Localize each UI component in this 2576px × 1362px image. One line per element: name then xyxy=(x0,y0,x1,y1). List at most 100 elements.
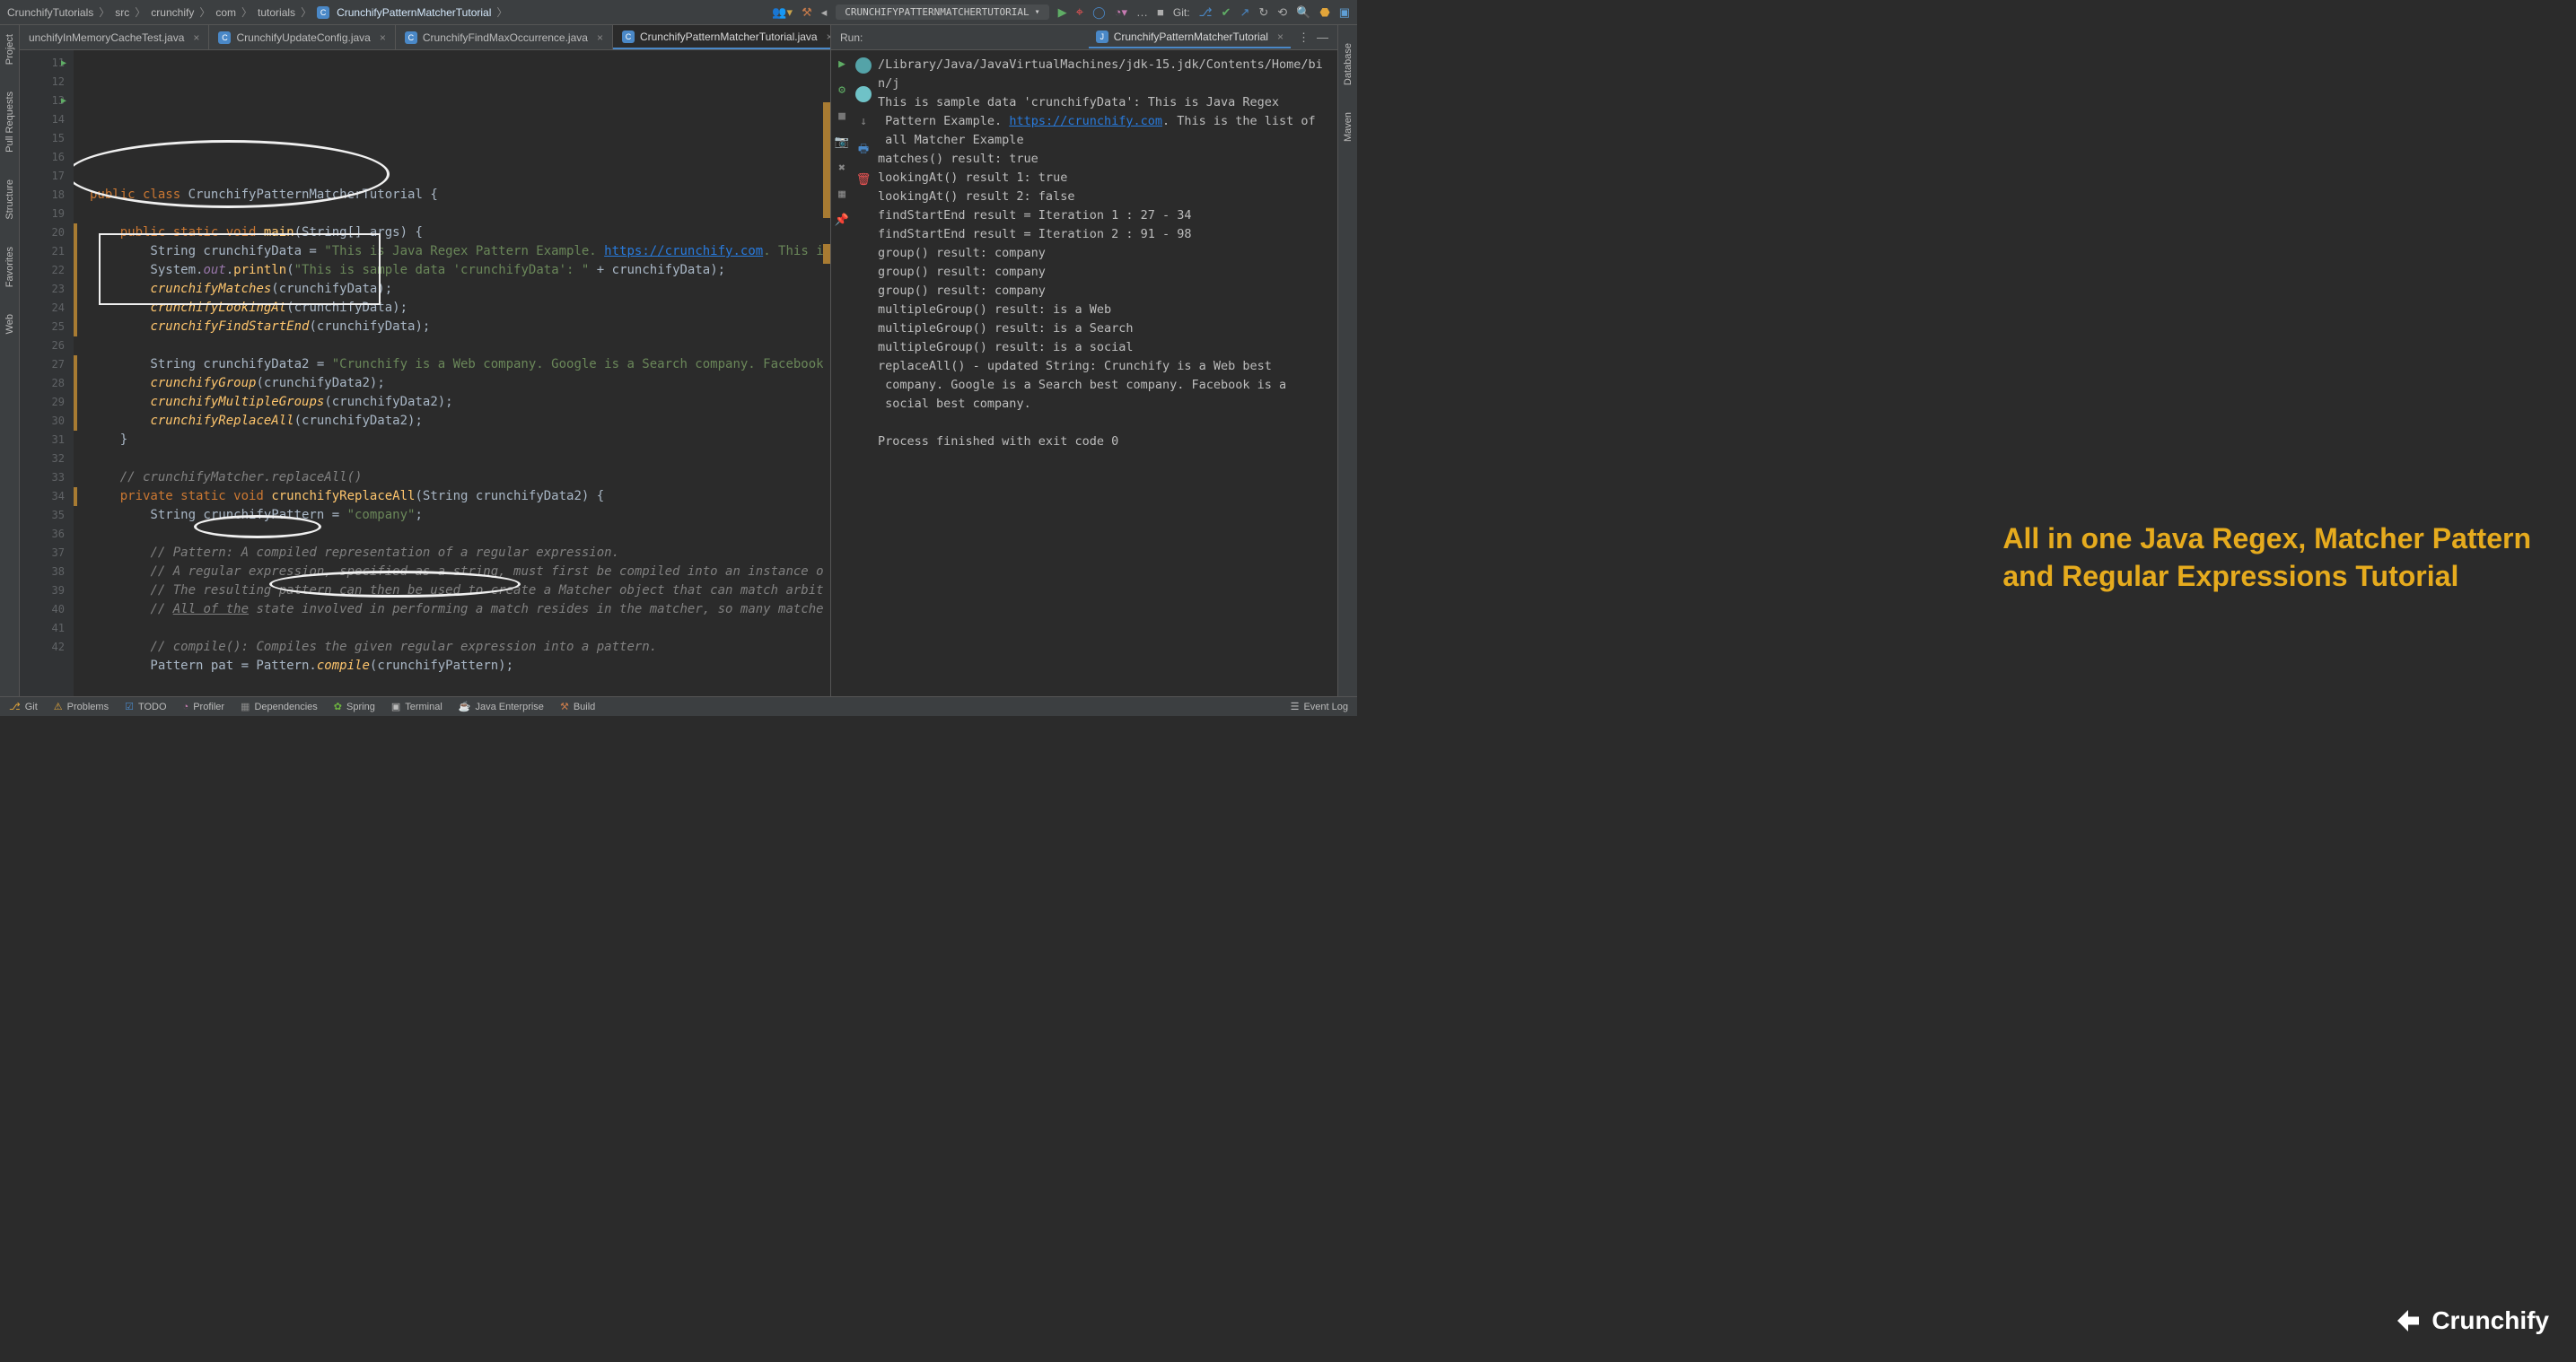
dump-icon[interactable]: 📷 xyxy=(835,135,849,149)
profile-icon[interactable]: ◔▾ xyxy=(1115,5,1127,20)
layout-icon[interactable]: ▦ xyxy=(838,188,846,201)
gutter-line[interactable]: 41 xyxy=(20,619,65,638)
learn-icon[interactable]: ▣ xyxy=(1339,5,1350,20)
gutter-line[interactable]: 21 xyxy=(20,242,65,261)
todo-tool[interactable]: ☑TODO xyxy=(125,701,166,712)
toolwindow-project[interactable]: Project xyxy=(4,34,15,65)
java-ee-tool[interactable]: ☕Java Enterprise xyxy=(459,701,544,712)
breadcrumb-item[interactable]: com xyxy=(215,6,236,19)
code-line[interactable]: crunchifyFindStartEnd(crunchifyData); xyxy=(74,318,823,336)
editor-tab[interactable]: CCrunchifyUpdateConfig.java× xyxy=(209,25,395,49)
git-history-icon[interactable]: ⟲ xyxy=(1277,5,1287,20)
toolwindow-web[interactable]: Web xyxy=(4,314,15,334)
close-icon[interactable]: × xyxy=(193,31,199,44)
code-line[interactable]: } xyxy=(90,431,823,450)
back-icon[interactable]: ◂ xyxy=(821,5,828,20)
code-line[interactable]: public static void main(String[] args) { xyxy=(74,223,823,242)
gutter-line[interactable]: 19 xyxy=(20,205,65,223)
pin-icon[interactable]: 📌 xyxy=(835,214,849,227)
rerun-icon[interactable]: ▶ xyxy=(838,57,846,71)
gutter-run-icon[interactable]: ▶ xyxy=(61,92,66,110)
run-output[interactable]: /Library/Java/JavaVirtualMachines/jdk-15… xyxy=(874,50,1337,696)
minimize-icon[interactable]: — xyxy=(1317,31,1328,44)
search-icon[interactable]: 🔍 xyxy=(1296,5,1310,20)
print-icon[interactable]: 🖶 xyxy=(858,141,869,161)
gutter-line[interactable]: 23 xyxy=(20,280,65,299)
code-line[interactable]: // compile(): Compiles the given regular… xyxy=(90,638,823,657)
code-line[interactable] xyxy=(90,676,823,694)
gutter-line[interactable]: 37 xyxy=(20,544,65,563)
gutter-line[interactable]: 26 xyxy=(20,336,65,355)
gutter-line[interactable]: 40 xyxy=(20,600,65,619)
git-commit-icon[interactable]: ✔ xyxy=(1222,5,1231,20)
gutter-line[interactable]: 31 xyxy=(20,431,65,450)
ball-1[interactable] xyxy=(855,57,872,74)
attach-icon[interactable]: … xyxy=(1136,5,1148,19)
close-icon[interactable]: × xyxy=(597,31,603,44)
code-line[interactable]: // All of the state involved in performi… xyxy=(90,600,823,619)
code-line[interactable]: // A regular expression, specified as a … xyxy=(90,563,823,581)
code-line[interactable]: Pattern pat = Pattern.compile(crunchifyP… xyxy=(90,657,823,676)
code-line[interactable]: public class CrunchifyPatternMatcherTuto… xyxy=(90,186,823,205)
stop-icon[interactable]: ■ xyxy=(1157,5,1164,19)
code-line[interactable] xyxy=(90,619,823,638)
spring-tool[interactable]: ✿Spring xyxy=(334,701,375,712)
gutter-line[interactable]: 33 xyxy=(20,468,65,487)
code-area[interactable]: public class CrunchifyPatternMatcherTuto… xyxy=(74,50,823,696)
code-line[interactable]: String crunchifyData = "This is Java Reg… xyxy=(74,242,823,261)
trash-icon[interactable]: 🗑 xyxy=(856,173,872,187)
gutter-run-icon[interactable]: ▶ xyxy=(61,54,66,73)
stop-run-icon[interactable]: ■ xyxy=(838,109,846,123)
gutter-line[interactable]: 15 xyxy=(20,129,65,148)
gutter-line[interactable]: 16 xyxy=(20,148,65,167)
hammer-icon[interactable]: ⚒ xyxy=(802,5,812,20)
breadcrumb-item[interactable]: crunchify xyxy=(151,6,194,19)
gutter-line[interactable]: 36 xyxy=(20,525,65,544)
code-line[interactable] xyxy=(90,450,823,468)
toolwindow-pull-requests[interactable]: Pull Requests xyxy=(4,92,15,153)
code-line[interactable]: // matcher(): Creates a matcher that wil… xyxy=(90,694,823,696)
run-settings-icon[interactable]: ⚙ xyxy=(838,83,846,97)
gutter-line[interactable]: 32 xyxy=(20,450,65,468)
breadcrumb-item[interactable]: CrunchifyTutorials xyxy=(7,6,93,19)
gutter-line[interactable]: 35 xyxy=(20,506,65,525)
code-line[interactable]: crunchifyGroup(crunchifyData2); xyxy=(74,374,823,393)
git-tool[interactable]: ⎇Git xyxy=(9,701,38,712)
gutter-line[interactable]: 17 xyxy=(20,167,65,186)
ide-settings-icon[interactable]: ⬣ xyxy=(1319,5,1329,20)
gutter-line[interactable]: 14 xyxy=(20,110,65,129)
gutter-line[interactable]: 13▶ xyxy=(20,92,65,110)
gutter-line[interactable]: 27 xyxy=(20,355,65,374)
code-line[interactable] xyxy=(90,205,823,223)
deps-tool[interactable]: ▦Dependencies xyxy=(241,701,318,712)
editor-tab[interactable]: CCrunchifyPatternMatcherTutorial.java× xyxy=(613,25,843,49)
code-line[interactable]: // Pattern: A compiled representation of… xyxy=(90,544,823,563)
users-icon[interactable]: 👥▾ xyxy=(772,5,793,20)
code-line[interactable]: crunchifyReplaceAll(crunchifyData2); xyxy=(74,412,823,431)
profiler-tool[interactable]: ◔Profiler xyxy=(183,702,225,712)
build-tool[interactable]: ⚒Build xyxy=(560,701,595,712)
gutter-line[interactable]: 22 xyxy=(20,261,65,280)
breadcrumb-item[interactable]: src xyxy=(115,6,129,19)
code-line[interactable]: crunchifyMatches(crunchifyData); xyxy=(74,280,823,299)
close-icon[interactable]: × xyxy=(380,31,386,44)
git-update-icon[interactable]: ↻ xyxy=(1258,5,1268,20)
gutter-line[interactable]: 20 xyxy=(20,223,65,242)
git-branch-icon[interactable]: ⎇ xyxy=(1199,5,1213,20)
problems-tool[interactable]: ⚠Problems xyxy=(54,701,109,712)
editor-tab[interactable]: CCrunchifyFindMaxOccurrence.java× xyxy=(396,25,613,49)
run-icon[interactable]: ▶ xyxy=(1058,5,1067,20)
code-line[interactable]: private static void crunchifyReplaceAll(… xyxy=(74,487,823,506)
event-log[interactable]: ☰Event Log xyxy=(1291,701,1348,712)
gutter-line[interactable]: 11▶ xyxy=(20,54,65,73)
code-line[interactable]: // crunchifyMatcher.replaceAll() xyxy=(90,468,823,487)
code-line[interactable]: String crunchifyPattern = "company"; xyxy=(90,506,823,525)
more-icon[interactable]: ⋮ xyxy=(1298,31,1310,45)
code-line[interactable]: // The resulting pattern can then be use… xyxy=(90,581,823,600)
gutter-line[interactable]: 24 xyxy=(20,299,65,318)
gutter-line[interactable]: 34 xyxy=(20,487,65,506)
code-line[interactable] xyxy=(90,336,823,355)
code-line[interactable]: System.out.println("This is sample data … xyxy=(74,261,823,280)
toolwindow-favorites[interactable]: Favorites xyxy=(4,247,15,287)
code-line[interactable]: String crunchifyData2 = "Crunchify is a … xyxy=(74,355,823,374)
